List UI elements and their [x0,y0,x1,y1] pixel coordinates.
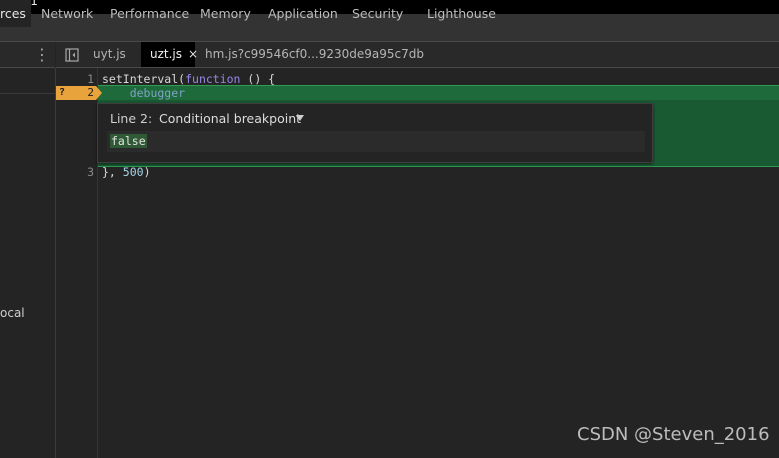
code-line-2: debugger [102,86,186,100]
tab-performance[interactable]: Performance [110,0,189,27]
breakpoint-current-line [98,86,779,100]
tab-sources-label: rces [0,6,26,21]
tab-security[interactable]: Security [352,0,403,27]
code-number: 500 [122,165,144,179]
tab-lighthouse[interactable]: Lighthouse [427,0,496,27]
navigator-sidebar [0,68,56,458]
file-tab-hm[interactable]: hm.js?c99546cf0...9230de9a95c7db [205,42,424,67]
conditional-breakpoint-icon: ? [59,87,66,98]
code-text: }, [102,165,123,179]
tab-sources[interactable]: rces [0,0,31,27]
breakpoint-line-label: Line 2: [110,111,153,126]
toggle-navigator-icon[interactable] [65,47,79,62]
devtools-window: atch/1 rces Network Performance Memory A… [0,0,779,458]
code-line-3: }, 500) [102,165,151,179]
conditional-breakpoint-editor: Line 2: Conditional breakpoint [97,103,653,163]
breakpoint-type-dropdown[interactable]: Conditional breakpoint [159,111,301,126]
line-number-gutter[interactable] [56,68,98,458]
tab-application[interactable]: Application [268,0,338,27]
close-tab-icon[interactable]: × [188,47,198,61]
file-tab-uzt-label: uzt.js [150,47,183,61]
code-text: setInterval( [102,72,186,86]
line-number-3[interactable]: 3 [56,165,94,179]
tab-network[interactable]: Network [41,0,93,27]
sidebar-divider [0,93,55,94]
code-text: ) [143,165,151,179]
file-tab-uzt[interactable]: uzt.js × [141,42,198,67]
tab-memory[interactable]: Memory [200,0,251,27]
file-tab-uyt[interactable]: uyt.js [93,42,126,67]
more-options-icon[interactable]: ⋮ [34,46,50,64]
sidebar-tree-item-label[interactable]: ocal [0,306,25,320]
code-keyword: function [185,72,241,86]
dropdown-arrow-icon[interactable] [296,114,304,122]
condition-value: false [110,134,147,148]
line-number-2: 2 [87,86,94,99]
code-text: () { [240,72,276,86]
code-line-1: setInterval(function () { [102,72,275,86]
condition-value-text[interactable]: false [110,134,147,148]
watermark: CSDN @Steven_2016 [577,424,770,445]
condition-input[interactable] [107,131,645,152]
line-number-1[interactable]: 1 [56,72,94,86]
